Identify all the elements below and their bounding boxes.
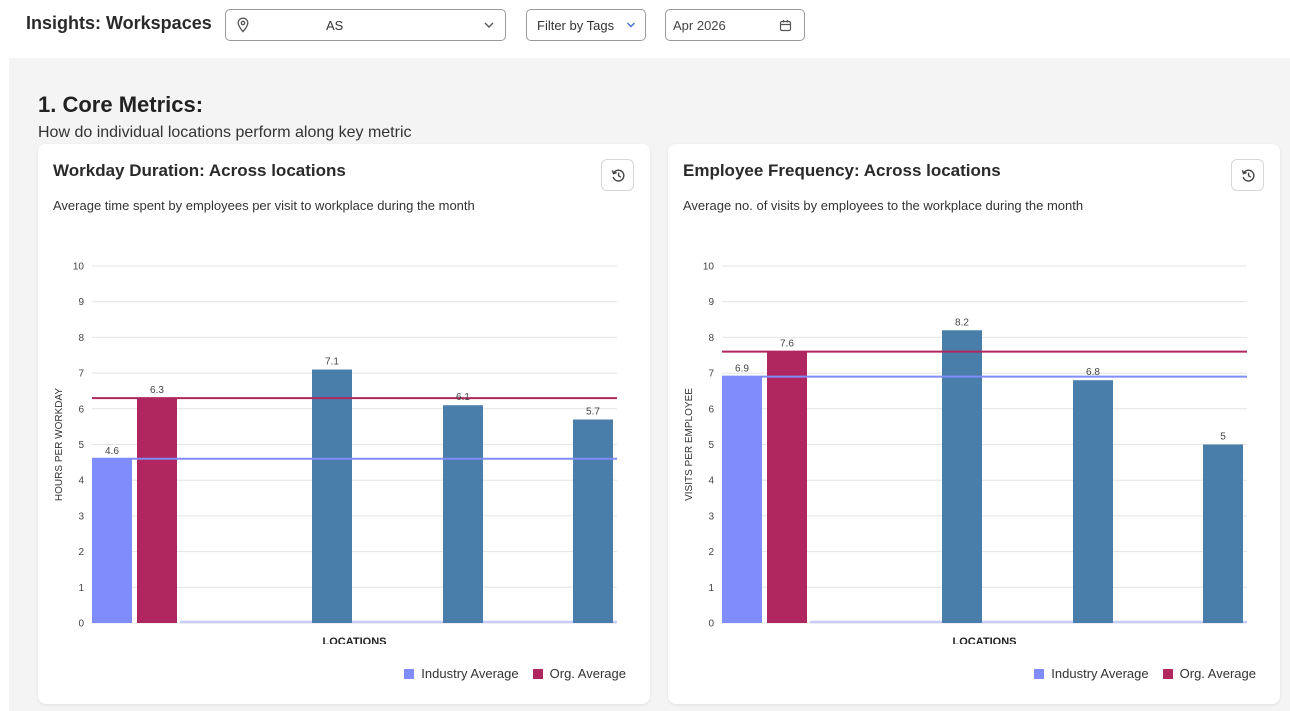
legend-label-industry: Industry Average (1051, 666, 1149, 681)
bar-location-1 (312, 369, 352, 623)
y-tick-label: 9 (78, 297, 84, 308)
legend-label-org: Org. Average (1179, 666, 1256, 681)
y-tick-label: 7 (78, 369, 84, 380)
legend-swatch-industry (1034, 668, 1045, 679)
month-picker[interactable]: Apr 2026 (665, 9, 805, 41)
legend-swatch-org (532, 668, 543, 679)
workday-duration-card: Workday Duration: Across locations Avera… (38, 144, 650, 704)
y-tick-label: 4 (78, 476, 84, 487)
data-label: 8.2 (955, 317, 969, 328)
legend-item-org: Org. Average (1162, 666, 1256, 681)
legend-label-industry: Industry Average (421, 666, 519, 681)
data-label: 6.1 (456, 392, 470, 403)
card-description: Average no. of visits by employees to th… (683, 198, 1084, 213)
bar-industry-average (92, 458, 132, 623)
x-axis-label: LOCATIONS (953, 636, 1017, 644)
core-metrics-section: 1. Core Metrics: How do individual locat… (9, 58, 1290, 711)
data-label: 7.6 (780, 339, 794, 350)
chevron-down-icon (484, 22, 494, 28)
location-pin-icon (237, 17, 249, 33)
y-tick-label: 2 (78, 547, 84, 558)
y-tick-label: 5 (78, 440, 84, 451)
section-title: 1. Core Metrics: (38, 92, 204, 117)
y-tick-label: 10 (703, 262, 715, 273)
page-title: Insights: Workspaces (26, 13, 212, 33)
y-tick-label: 0 (708, 619, 714, 630)
legend-item-industry: Industry Average (1034, 666, 1149, 681)
bar-location-1 (942, 330, 982, 623)
data-label: 5 (1220, 432, 1226, 443)
card-title: Employee Frequency: Across locations (683, 161, 1001, 180)
employee-frequency-card: Employee Frequency: Across locations Ave… (668, 144, 1280, 704)
y-tick-label: 7 (708, 369, 714, 380)
x-axis-label: LOCATIONS (323, 636, 387, 644)
month-picker-value: Apr 2026 (673, 18, 726, 33)
y-tick-label: 9 (708, 297, 714, 308)
filter-by-tags-button[interactable]: Filter by Tags (526, 9, 646, 41)
y-tick-label: 8 (78, 333, 84, 344)
workday-duration-chart: 0 1 2 3 4 5 6 7 8 9 10 HOURS PER WORKDAY LOCATIONS 4.… (54, 262, 617, 644)
y-tick-label: 3 (78, 511, 84, 522)
chevron-down-icon (627, 22, 635, 28)
location-select[interactable]: AS (225, 9, 506, 41)
bar-industry-average (722, 376, 762, 623)
bar-org-average (767, 351, 807, 623)
y-tick-label: 5 (708, 440, 714, 451)
bar-location-3 (1203, 444, 1243, 623)
bar-location-3 (573, 419, 613, 623)
y-tick-label: 1 (708, 583, 714, 594)
legend-item-industry: Industry Average (404, 666, 519, 681)
y-tick-label: 8 (708, 333, 714, 344)
chart-legend: Industry Average Org. Average (390, 666, 626, 681)
y-axis-label: VISITS PER EMPLOYEE (684, 388, 695, 501)
card-description: Average time spent by employees per visi… (53, 198, 475, 213)
legend-label-org: Org. Average (549, 666, 626, 681)
data-label: 6.8 (1086, 367, 1100, 378)
y-tick-label: 10 (73, 262, 85, 273)
section-subtitle: How do individual locations perform alon… (38, 124, 412, 141)
data-label: 4.6 (105, 446, 119, 457)
employee-frequency-chart: 0 1 2 3 4 5 6 7 8 9 10 VISITS PER EMPLOYEE LOCATIONS… (684, 262, 1247, 644)
bar-location-2 (1073, 380, 1113, 623)
data-label: 7.1 (325, 357, 339, 368)
y-axis-label: HOURS PER WORKDAY (54, 388, 65, 501)
data-label: 5.7 (586, 407, 600, 418)
history-icon (1241, 169, 1255, 182)
y-tick-label: 3 (708, 511, 714, 522)
y-tick-label: 0 (78, 619, 84, 630)
history-icon (611, 169, 625, 182)
legend-swatch-org (1162, 668, 1173, 679)
location-select-value: AS (326, 18, 344, 33)
y-tick-label: 6 (78, 404, 84, 415)
y-tick-label: 1 (78, 583, 84, 594)
y-tick-label: 4 (708, 476, 714, 487)
card-title: Workday Duration: Across locations (53, 161, 346, 180)
history-button[interactable] (601, 159, 634, 191)
chart-legend: Industry Average Org. Average (1020, 666, 1256, 681)
y-tick-label: 6 (708, 404, 714, 415)
calendar-icon (779, 20, 792, 32)
y-tick-label: 2 (708, 547, 714, 558)
data-label: 6.3 (150, 385, 164, 396)
bar-location-2 (443, 405, 483, 623)
history-button[interactable] (1231, 159, 1264, 191)
bar-org-average (137, 398, 177, 623)
legend-item-org: Org. Average (532, 666, 626, 681)
top-bar: Insights: Workspaces AS Filter by Tags A… (0, 0, 1290, 58)
filter-by-tags-label: Filter by Tags (537, 18, 615, 33)
data-label: 6.9 (735, 364, 749, 375)
legend-swatch-industry (404, 668, 415, 679)
